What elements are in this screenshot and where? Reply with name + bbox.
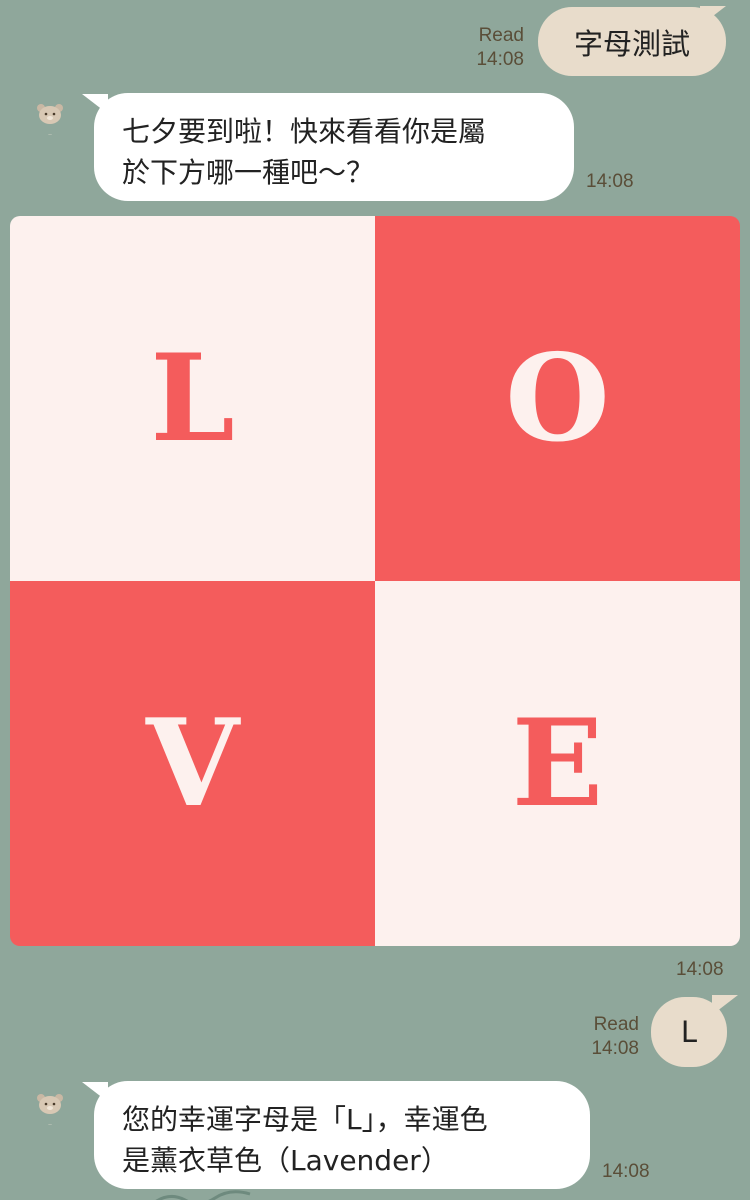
message-text: L (680, 1015, 698, 1049)
message-line: 七夕要到啦！快來看看你是屬 (122, 115, 487, 148)
message-time: 14:08 (676, 959, 724, 980)
bear-avatar-icon[interactable]: .. (34, 1092, 66, 1128)
incoming-message-bubble[interactable]: 七夕要到啦！快來看看你是屬 於下方哪一種吧～？ (94, 93, 574, 201)
message-time: 14:08 (591, 1038, 639, 1059)
message-line: 於下方哪一種吧～？ (122, 156, 375, 189)
message-time: 14:08 (476, 49, 524, 70)
letter-tile-v: V (10, 581, 375, 946)
letter-tile-l: L (10, 216, 375, 581)
message-meta: Read 14:08 (591, 1013, 639, 1061)
message-meta: Read 14:08 (476, 24, 524, 72)
message-line: 是薰衣草色（Lavender） (122, 1144, 449, 1177)
letter-tile-o: O (375, 216, 740, 581)
read-status: Read (478, 25, 524, 46)
bear-avatar-icon[interactable]: .. (34, 102, 66, 138)
incoming-message-bubble[interactable]: 您的幸運字母是「L」，幸運色 是薰衣草色（Lavender） (94, 1081, 590, 1189)
outgoing-message-bubble[interactable]: 字母測試 (538, 7, 726, 76)
svg-text:..: .. (48, 1120, 52, 1127)
message-time: 14:08 (586, 171, 634, 192)
svg-text:..: .. (48, 130, 52, 137)
love-image-message[interactable]: L O V E (10, 216, 740, 946)
message-text: 字母測試 (573, 26, 690, 61)
message-line: 您的幸運字母是「L」，幸運色 (122, 1103, 488, 1136)
message-time: 14:08 (602, 1161, 650, 1182)
outgoing-message-bubble[interactable]: L (651, 997, 727, 1067)
sticker-preview[interactable] (150, 1186, 260, 1200)
chat-screen: Read 14:08 字母測試 .. 七夕要到啦！快來看看你是屬 於下方哪一種吧… (0, 0, 750, 1200)
read-status: Read (593, 1014, 639, 1035)
letter-tile-e: E (375, 581, 740, 946)
